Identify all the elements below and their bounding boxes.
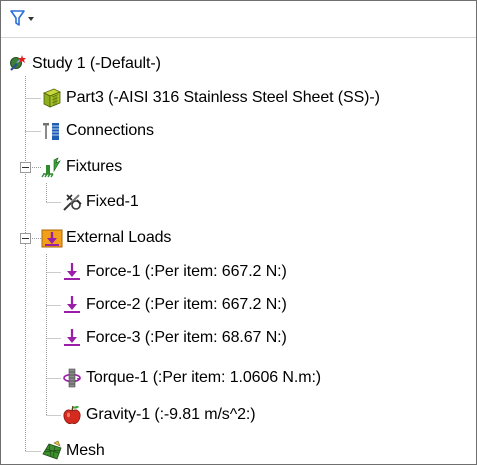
tree-item-label: Connections xyxy=(66,122,154,139)
tree-item-mesh[interactable]: Mesh xyxy=(41,436,105,464)
tree-item-label: External Loads xyxy=(66,229,172,246)
tree-item-force-3[interactable]: Force-3 (:Per item: 68.67 N:) xyxy=(61,323,287,353)
tree-item-external-loads[interactable]: External Loads xyxy=(41,223,171,253)
external-loads-icon xyxy=(41,227,63,249)
funnel-filter-icon xyxy=(10,10,34,26)
study-icon xyxy=(7,53,29,75)
filter-dropdown-button[interactable] xyxy=(9,9,39,29)
external-loads-collapse-toggle[interactable] xyxy=(20,233,31,244)
tree-toolbar xyxy=(1,1,476,38)
tree-item-label: Study 1 (-Default-) xyxy=(32,55,161,72)
simulation-study-tree-panel: Study 1 (-Default-) Part3 (-AISI 316 Sta… xyxy=(0,0,477,465)
tree-item-label: Force-1 (:Per item: 667.2 N:) xyxy=(86,263,287,280)
force-arrow-icon xyxy=(61,294,83,316)
tree-item-gravity-1[interactable]: Gravity-1 (:-9.81 m/s^2:) xyxy=(61,400,256,430)
tree-item-label: Force-2 (:Per item: 667.2 N:) xyxy=(86,296,287,313)
torque-icon xyxy=(61,367,83,389)
fixed-geometry-icon xyxy=(61,191,83,213)
fixtures-collapse-toggle[interactable] xyxy=(20,162,31,173)
fixtures-icon xyxy=(41,156,63,178)
force-arrow-icon xyxy=(61,261,83,283)
tree-item-label: Mesh xyxy=(66,442,105,459)
tree-item-label: Part3 (-AISI 316 Stainless Steel Sheet (… xyxy=(66,89,380,106)
tree-item-torque-1[interactable]: Torque-1 (:Per item: 1.0606 N.m:) xyxy=(61,363,321,393)
tree-item-study[interactable]: Study 1 (-Default-) xyxy=(7,49,161,79)
study-tree: Study 1 (-Default-) Part3 (-AISI 316 Sta… xyxy=(1,38,476,464)
tree-item-label: Torque-1 (:Per item: 1.0606 N.m:) xyxy=(86,369,322,386)
tree-item-label: Gravity-1 (:-9.81 m/s^2:) xyxy=(86,406,256,423)
tree-item-connections[interactable]: Connections xyxy=(41,116,154,146)
tree-item-label: Fixtures xyxy=(66,158,123,175)
tree-item-fixtures[interactable]: Fixtures xyxy=(41,152,122,182)
connections-icon xyxy=(41,120,63,142)
tree-item-label: Force-3 (:Per item: 68.67 N:) xyxy=(86,329,287,346)
mesh-icon xyxy=(41,440,63,462)
tree-item-force-2[interactable]: Force-2 (:Per item: 667.2 N:) xyxy=(61,290,287,320)
tree-item-force-1[interactable]: Force-1 (:Per item: 667.2 N:) xyxy=(61,257,287,287)
tree-item-fixed-1[interactable]: Fixed-1 xyxy=(61,187,139,217)
gravity-apple-icon xyxy=(61,404,83,426)
chevron-down-icon xyxy=(28,17,34,21)
tree-item-label: Fixed-1 xyxy=(86,193,139,210)
force-arrow-icon xyxy=(61,327,83,349)
sheet-metal-part-icon xyxy=(41,87,63,109)
tree-item-part[interactable]: Part3 (-AISI 316 Stainless Steel Sheet (… xyxy=(41,83,380,113)
